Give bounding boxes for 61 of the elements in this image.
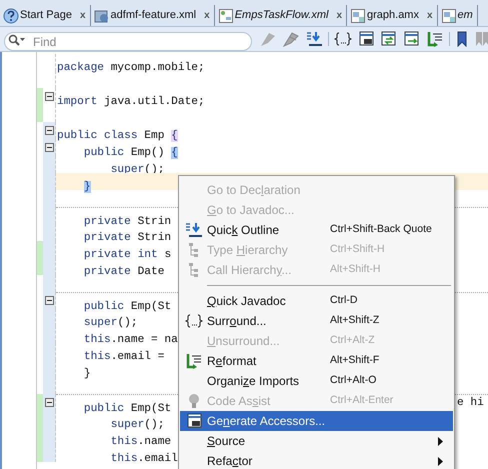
code-text: e hi	[457, 396, 484, 411]
fold-icon[interactable]	[44, 296, 54, 305]
lightbulb-icon	[188, 393, 200, 409]
code-text: public Emp(St	[82, 403, 172, 415]
menu-item[interactable]: Quick Outline Ctrl+Shift-Back Quote	[180, 220, 453, 240]
braces-icon	[184, 313, 202, 329]
close-tab-icon[interactable]: x	[80, 8, 86, 23]
code-text: super();	[82, 317, 138, 329]
menu-item[interactable]: Quick Javadoc Ctrl-D	[180, 291, 453, 311]
code-text: this.email =	[82, 351, 164, 363]
code-text: package mycomp.mobile;	[57, 62, 205, 74]
menu-item[interactable]: Organize Imports Ctrl+Alt-O	[180, 371, 453, 391]
diagram-file-icon	[218, 8, 234, 24]
code-text: this.email	[110, 453, 178, 465]
code-text: public Emp() {	[82, 147, 178, 159]
reformat-icon	[184, 353, 202, 369]
code-text: private Strin	[82, 232, 172, 244]
hierarchy-icon	[186, 262, 200, 278]
menu-item[interactable]: Reformat Alt+Shift-F	[180, 351, 453, 371]
code-text: }	[82, 368, 91, 380]
document-icon[interactable]	[380, 31, 398, 47]
fold-icon[interactable]	[44, 92, 54, 101]
menu-item[interactable]: Refactor	[180, 451, 453, 469]
fold-icon[interactable]	[44, 398, 54, 407]
document-icon[interactable]	[403, 31, 421, 47]
document-icon[interactable]	[357, 31, 375, 47]
fold-icon[interactable]	[44, 126, 54, 135]
tab[interactable]: em	[458, 7, 473, 24]
tab[interactable]: Start Page	[20, 7, 72, 24]
code-text: super();	[110, 419, 164, 431]
code-text: private Strin	[82, 216, 172, 228]
code-text: public class Emp {	[57, 130, 178, 142]
reformat-icon[interactable]	[426, 31, 444, 47]
tab[interactable]: EmpsTaskFlow.xml	[234, 7, 328, 24]
search-field[interactable]: Find	[4, 32, 252, 51]
search-icon[interactable]	[8, 34, 26, 46]
outline-icon	[184, 222, 202, 238]
tab[interactable]: adfmf-feature.xml	[110, 7, 196, 24]
bookmark-icon[interactable]	[455, 31, 469, 47]
code-text: }	[82, 181, 91, 193]
close-tab-icon[interactable]: x	[426, 8, 433, 23]
page-file-icon	[440, 8, 457, 24]
close-tab-icon[interactable]: x	[336, 8, 342, 23]
code-text: private Date	[82, 266, 164, 278]
download-icon[interactable]	[305, 31, 323, 47]
braces-icon[interactable]	[334, 31, 352, 47]
menu-item[interactable]: Generate Accessors...	[180, 411, 453, 431]
document-icon	[184, 413, 202, 429]
code-text: import java.util.Date;	[57, 96, 205, 108]
code-text: this.name = na	[82, 334, 178, 346]
code-text: this.name	[110, 436, 172, 448]
fold-icon[interactable]	[44, 143, 54, 152]
hierarchy-icon	[186, 242, 200, 258]
page-file-icon	[350, 8, 366, 24]
menu-item[interactable]: Source	[180, 431, 453, 451]
menu-item[interactable]: Surround... Alt+Shift-Z	[180, 311, 453, 331]
code-text: private int s	[82, 249, 172, 261]
tab[interactable]: graph.amx	[367, 7, 419, 24]
code-text: public Emp(St	[82, 301, 172, 313]
close-tab-icon[interactable]: x	[204, 8, 210, 23]
help-icon	[3, 8, 19, 24]
